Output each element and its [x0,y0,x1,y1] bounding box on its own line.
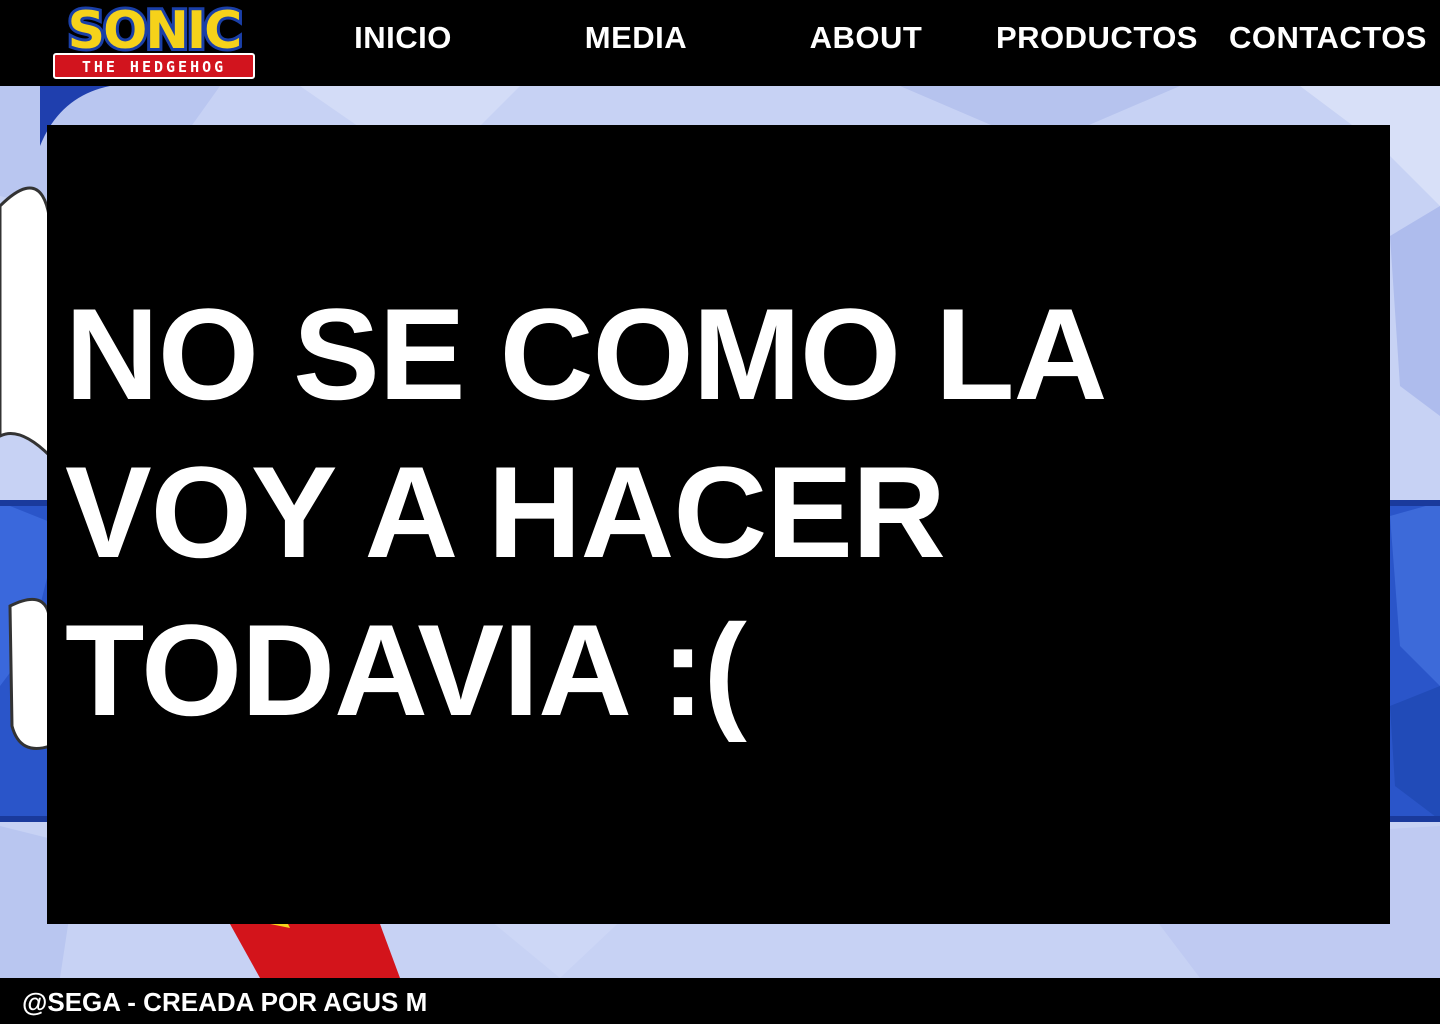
main-title-line: TODAVIA :( [65,597,747,743]
main-title-line: VOY A HACER [65,439,946,585]
site-footer: @SEGA - CREADA POR AGUS M [0,978,1440,1024]
main-card: NO SE COMO LA VOY A HACER TODAVIA :( [47,125,1390,924]
nav-link-about[interactable]: ABOUT [796,18,936,58]
nav-link-media[interactable]: MEDIA [566,18,706,58]
nav-link-productos[interactable]: PRODUCTOS [990,18,1204,58]
nav-link-contactos[interactable]: CONTACTOS [1222,18,1434,58]
page: SONIC THE HEDGEHOG INICIO MEDIA ABOUT PR… [0,0,1440,1024]
main-title: NO SE COMO LA VOY A HACER TODAVIA :( [65,275,1265,749]
main-title-line: NO SE COMO LA [65,281,1107,427]
site-header: SONIC THE HEDGEHOG INICIO MEDIA ABOUT PR… [0,0,1440,86]
main-nav: INICIO MEDIA ABOUT PRODUCTOS CONTACTOS [0,0,1440,86]
footer-credits: @SEGA - CREADA POR AGUS M [22,987,428,1017]
nav-link-inicio[interactable]: INICIO [338,18,468,58]
